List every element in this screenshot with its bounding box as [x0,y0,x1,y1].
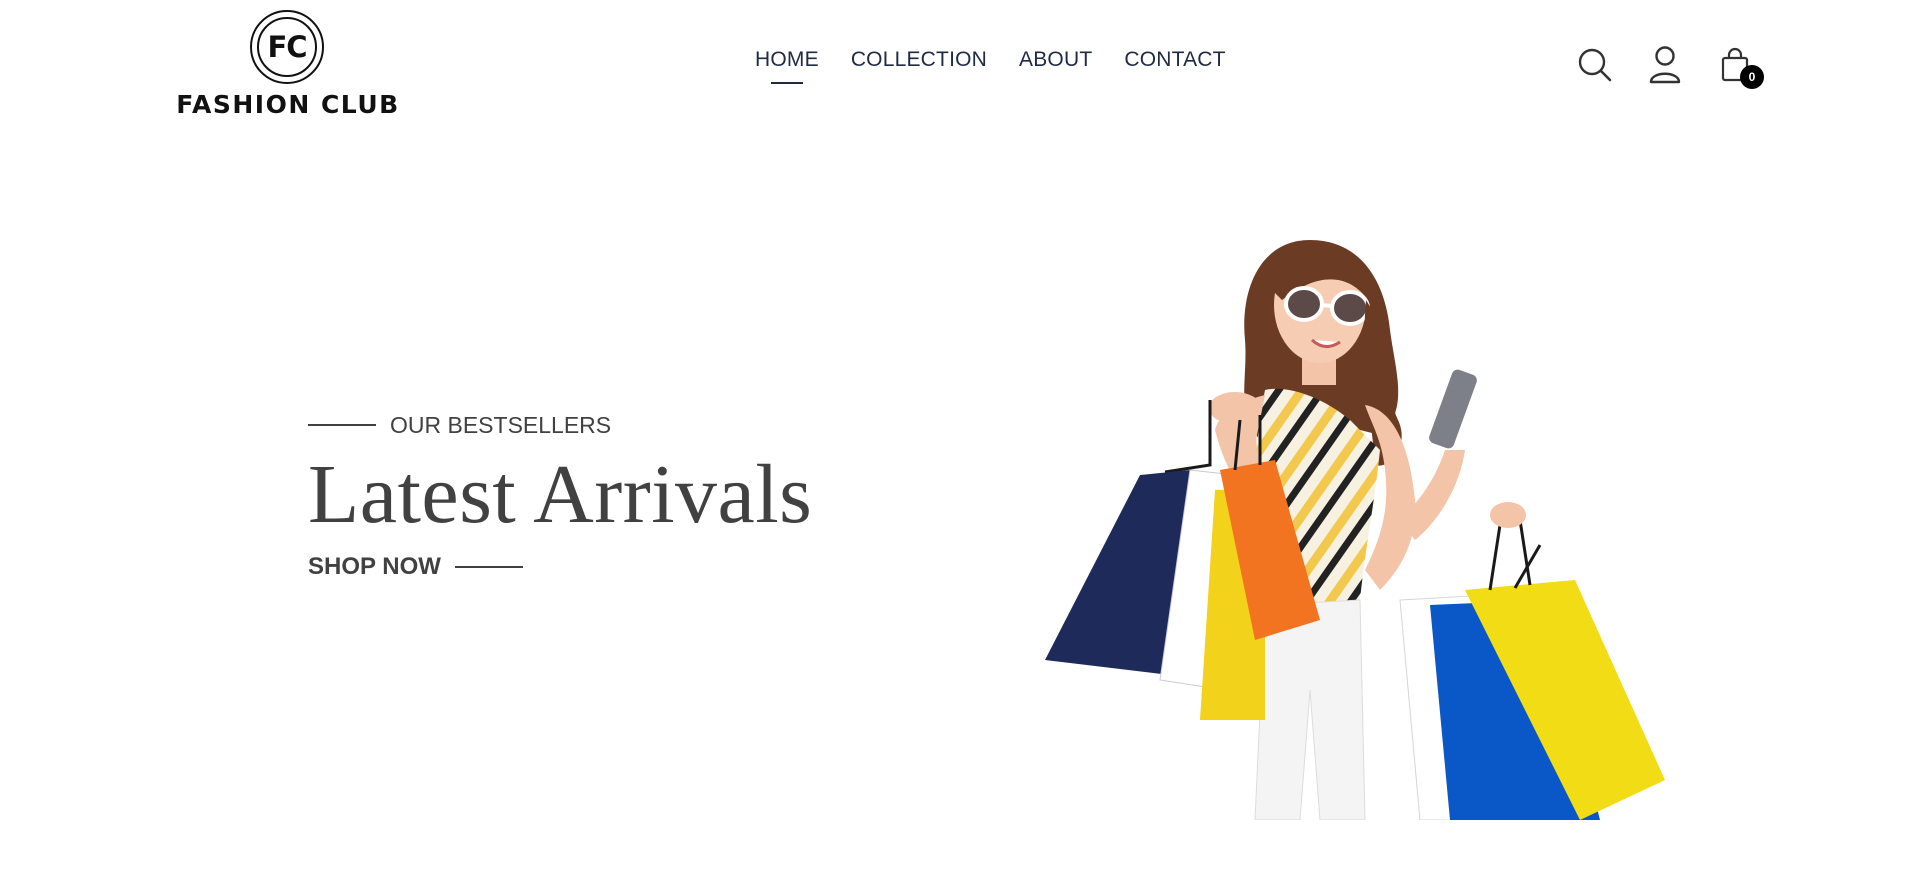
woman-with-shopping-bags-illustration [1045,240,1665,820]
eyebrow-divider [308,424,376,426]
page: FC FASHION CLUB HOME COLLECTION ABOUT CO… [0,0,1918,877]
brand-logo[interactable]: FC FASHION CLUB [176,10,400,120]
user-icon [1649,46,1681,84]
search-button[interactable] [1576,43,1614,87]
nav-contact[interactable]: CONTACT [1124,46,1225,74]
hero-image [1020,220,1700,820]
search-icon [1578,48,1612,82]
nav-collection[interactable]: COLLECTION [851,46,987,74]
shop-now-label: SHOP NOW [308,553,441,580]
hero-eyebrow: OUR BESTSELLERS [308,410,868,440]
logo-emblem: FC [250,10,324,84]
hero-title: Latest Arrivals [308,448,813,541]
logo-initials: FC [267,30,307,64]
header-actions: 0 [1576,40,1764,90]
nav-home[interactable]: HOME [755,46,819,84]
shop-now-divider [454,566,523,568]
account-button[interactable] [1646,43,1684,87]
logo-wordmark: FASHION CLUB [176,90,400,119]
hero-section: OUR BESTSELLERS Latest Arrivals SHOP NOW [308,410,868,582]
shop-now-link[interactable]: SHOP NOW [308,552,538,582]
eyebrow-text: OUR BESTSELLERS [390,412,612,438]
nav-about[interactable]: ABOUT [1019,46,1092,74]
cart-button[interactable]: 0 [1716,43,1764,89]
cart-count-badge: 0 [1740,65,1764,89]
main-nav: HOME COLLECTION ABOUT CONTACT [755,46,1226,86]
